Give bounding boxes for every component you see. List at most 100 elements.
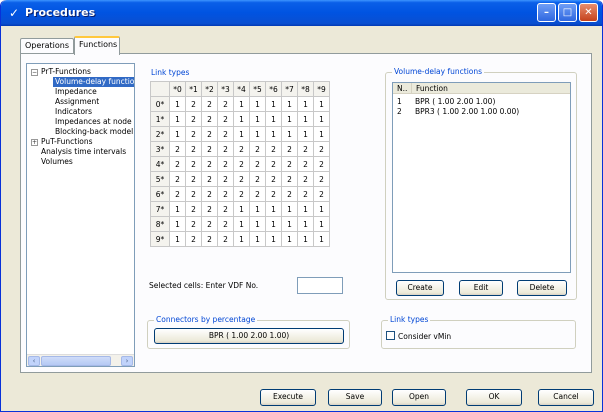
connectors-vdf-button[interactable]: BPR ( 1.00 2.00 1.00) bbox=[154, 328, 344, 344]
scroll-left-icon[interactable]: ‹ bbox=[28, 356, 40, 366]
tree-item-assignment[interactable]: Assignment bbox=[55, 97, 99, 107]
matrix-cell[interactable]: 1 bbox=[281, 231, 298, 247]
matrix-cell[interactable]: 2 bbox=[313, 186, 330, 202]
vdf-col-number[interactable]: N.. bbox=[393, 83, 411, 94]
matrix-cell[interactable]: 2 bbox=[265, 186, 282, 202]
matrix-row-header[interactable]: 9* bbox=[150, 231, 170, 247]
create-button[interactable]: Create bbox=[396, 280, 444, 296]
matrix-cell[interactable]: 2 bbox=[233, 156, 250, 172]
matrix-cell[interactable]: 1 bbox=[297, 96, 314, 112]
matrix-column-header[interactable]: *7 bbox=[281, 81, 298, 97]
matrix-cell[interactable]: 2 bbox=[217, 111, 234, 127]
consider-vmin-checkbox[interactable] bbox=[386, 331, 395, 340]
matrix-corner[interactable] bbox=[150, 81, 170, 97]
matrix-cell[interactable]: 2 bbox=[217, 231, 234, 247]
matrix-cell[interactable]: 1 bbox=[249, 96, 266, 112]
matrix-cell[interactable]: 2 bbox=[185, 126, 202, 142]
matrix-cell[interactable]: 2 bbox=[297, 156, 314, 172]
matrix-cell[interactable]: 2 bbox=[169, 156, 186, 172]
matrix-cell[interactable]: 1 bbox=[313, 201, 330, 217]
matrix-row-header[interactable]: 3* bbox=[150, 141, 170, 157]
matrix-cell[interactable]: 2 bbox=[281, 186, 298, 202]
matrix-column-header[interactable]: *8 bbox=[297, 81, 314, 97]
matrix-cell[interactable]: 1 bbox=[281, 126, 298, 142]
matrix-cell[interactable]: 1 bbox=[297, 201, 314, 217]
matrix-cell[interactable]: 1 bbox=[169, 231, 186, 247]
matrix-row-header[interactable]: 4* bbox=[150, 156, 170, 172]
matrix-cell[interactable]: 2 bbox=[233, 186, 250, 202]
matrix-column-header[interactable]: *1 bbox=[185, 81, 202, 97]
collapse-icon[interactable]: − bbox=[31, 69, 38, 76]
matrix-cell[interactable]: 1 bbox=[297, 231, 314, 247]
matrix-cell[interactable]: 1 bbox=[265, 201, 282, 217]
matrix-cell[interactable]: 1 bbox=[265, 126, 282, 142]
matrix-cell[interactable]: 2 bbox=[313, 171, 330, 187]
matrix-cell[interactable]: 2 bbox=[265, 141, 282, 157]
matrix-cell[interactable]: 1 bbox=[233, 231, 250, 247]
matrix-cell[interactable]: 1 bbox=[313, 126, 330, 142]
expand-icon[interactable]: + bbox=[31, 139, 38, 146]
matrix-cell[interactable]: 2 bbox=[201, 171, 218, 187]
matrix-cell[interactable]: 2 bbox=[297, 141, 314, 157]
vdf-row-function[interactable]: BPR3 ( 1.00 2.00 1.00 0.00) bbox=[415, 107, 519, 116]
tree-item-indicators[interactable]: Indicators bbox=[55, 107, 92, 117]
matrix-cell[interactable]: 2 bbox=[281, 171, 298, 187]
matrix-column-header[interactable]: *5 bbox=[249, 81, 266, 97]
matrix-cell[interactable]: 1 bbox=[265, 216, 282, 232]
execute-button[interactable]: Execute bbox=[260, 389, 316, 406]
title-bar[interactable]: ✓ Procedures – □ ✕ bbox=[1, 0, 602, 26]
matrix-column-header[interactable]: *2 bbox=[201, 81, 218, 97]
matrix-cell[interactable]: 2 bbox=[233, 141, 250, 157]
matrix-cell[interactable]: 2 bbox=[185, 96, 202, 112]
matrix-cell[interactable]: 1 bbox=[313, 111, 330, 127]
minimize-button[interactable]: – bbox=[537, 3, 556, 22]
consider-vmin-row[interactable]: Consider vMin bbox=[386, 331, 451, 342]
maximize-button[interactable]: □ bbox=[558, 3, 577, 22]
vdf-row-number[interactable]: 2 bbox=[397, 107, 402, 116]
matrix-row-header[interactable]: 8* bbox=[150, 216, 170, 232]
matrix-cell[interactable]: 2 bbox=[265, 171, 282, 187]
matrix-cell[interactable]: 1 bbox=[281, 216, 298, 232]
matrix-cell[interactable]: 2 bbox=[185, 231, 202, 247]
matrix-cell[interactable]: 1 bbox=[313, 96, 330, 112]
matrix-cell[interactable]: 1 bbox=[249, 111, 266, 127]
matrix-cell[interactable]: 2 bbox=[169, 186, 186, 202]
matrix-cell[interactable]: 2 bbox=[217, 171, 234, 187]
matrix-row-header[interactable]: 1* bbox=[150, 111, 170, 127]
matrix-cell[interactable]: 1 bbox=[297, 216, 314, 232]
matrix-cell[interactable]: 2 bbox=[297, 186, 314, 202]
vdf-col-function[interactable]: Function bbox=[411, 83, 570, 94]
matrix-row-header[interactable]: 2* bbox=[150, 126, 170, 142]
matrix-cell[interactable]: 1 bbox=[233, 201, 250, 217]
matrix-cell[interactable]: 2 bbox=[169, 141, 186, 157]
tab-functions[interactable]: Functions bbox=[74, 36, 120, 55]
matrix-cell[interactable]: 2 bbox=[185, 201, 202, 217]
matrix-cell[interactable]: 2 bbox=[201, 141, 218, 157]
cancel-button[interactable]: Cancel bbox=[538, 389, 594, 406]
tree-horizontal-scrollbar[interactable]: ‹ › bbox=[27, 354, 134, 366]
scroll-thumb[interactable] bbox=[41, 356, 111, 366]
matrix-cell[interactable]: 2 bbox=[217, 126, 234, 142]
matrix-cell[interactable]: 1 bbox=[169, 111, 186, 127]
matrix-row-header[interactable]: 5* bbox=[150, 171, 170, 187]
matrix-cell[interactable]: 1 bbox=[233, 216, 250, 232]
matrix-cell[interactable]: 1 bbox=[265, 96, 282, 112]
matrix-cell[interactable]: 1 bbox=[313, 216, 330, 232]
matrix-column-header[interactable]: *3 bbox=[217, 81, 234, 97]
scroll-right-icon[interactable]: › bbox=[121, 356, 133, 366]
matrix-column-header[interactable]: *6 bbox=[265, 81, 282, 97]
edit-button[interactable]: Edit bbox=[459, 280, 503, 296]
matrix-cell[interactable]: 2 bbox=[201, 126, 218, 142]
matrix-cell[interactable]: 2 bbox=[185, 171, 202, 187]
matrix-cell[interactable]: 2 bbox=[281, 141, 298, 157]
tree-item-blocking-back-model[interactable]: Blocking-back model bbox=[55, 127, 133, 137]
matrix-cell[interactable]: 2 bbox=[249, 186, 266, 202]
delete-button[interactable]: Delete bbox=[517, 280, 567, 296]
matrix-cell[interactable]: 2 bbox=[169, 171, 186, 187]
matrix-cell[interactable]: 1 bbox=[249, 231, 266, 247]
matrix-cell[interactable]: 2 bbox=[185, 186, 202, 202]
matrix-cell[interactable]: 2 bbox=[217, 96, 234, 112]
matrix-cell[interactable]: 2 bbox=[201, 201, 218, 217]
matrix-cell[interactable]: 1 bbox=[249, 201, 266, 217]
matrix-cell[interactable]: 1 bbox=[249, 126, 266, 142]
